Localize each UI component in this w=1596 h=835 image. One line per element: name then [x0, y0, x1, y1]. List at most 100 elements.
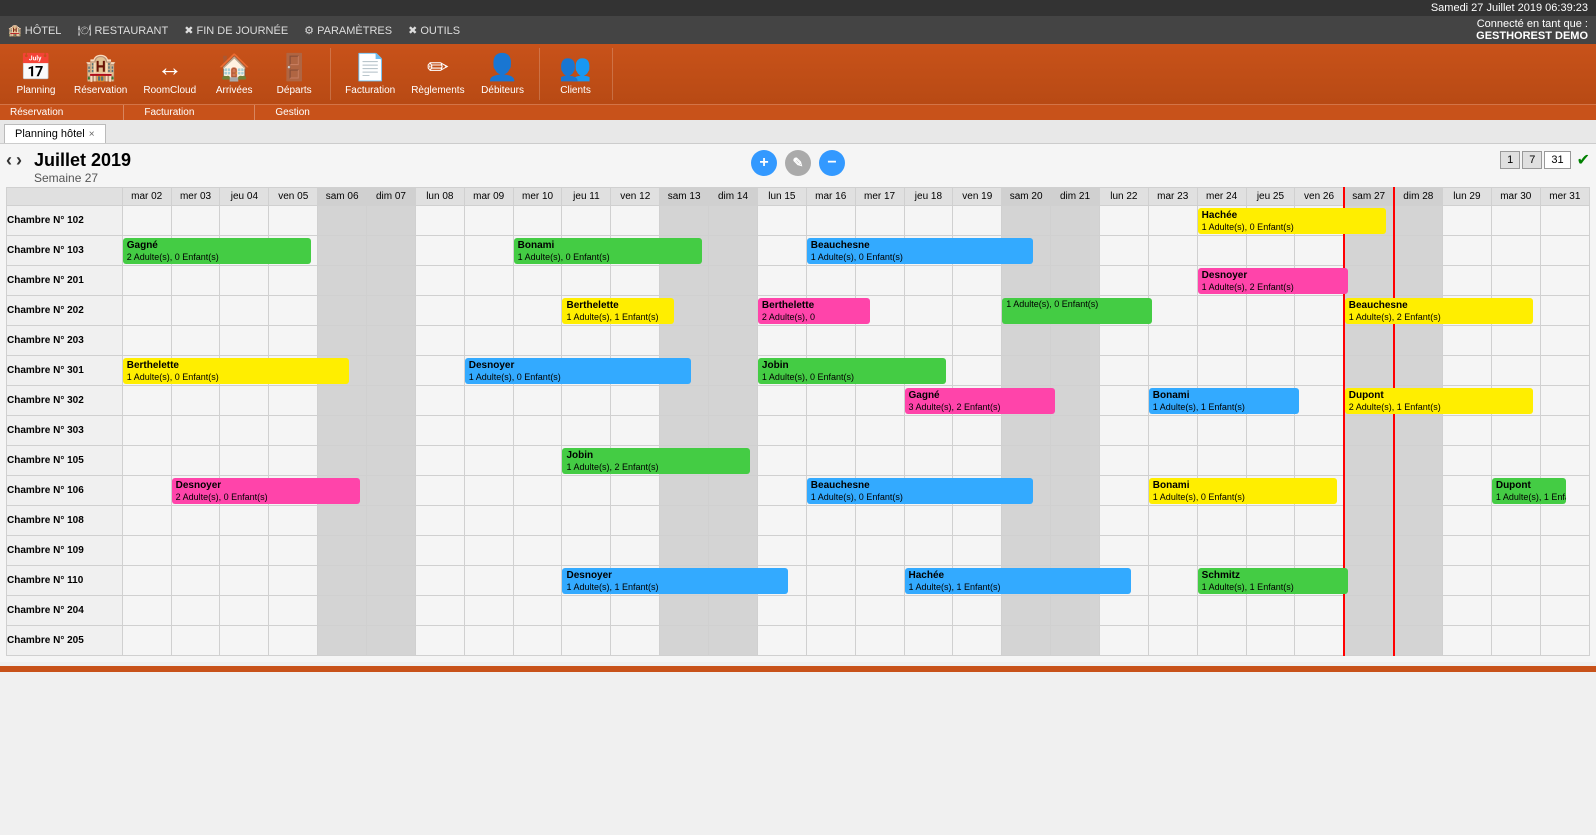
cell-r4-d16[interactable]	[904, 326, 953, 356]
cell-r2-d11[interactable]	[660, 266, 709, 296]
cell-r3-d12[interactable]	[709, 296, 758, 326]
cell-r5-d28[interactable]	[1491, 356, 1540, 386]
cell-r10-d29[interactable]	[1540, 506, 1589, 536]
cell-r7-d4[interactable]	[318, 416, 367, 446]
cell-r10-d21[interactable]	[1148, 506, 1197, 536]
cell-r1-d7[interactable]	[464, 236, 513, 266]
cell-r8-d21[interactable]	[1148, 446, 1197, 476]
cell-r1-d26[interactable]	[1394, 236, 1443, 266]
cell-r4-d2[interactable]	[220, 326, 269, 356]
cell-r10-d8[interactable]	[513, 506, 562, 536]
cell-r0-d0[interactable]	[122, 206, 171, 236]
cell-r12-d9[interactable]: Desnoyer1 Adulte(s), 1 Enfant(s)	[562, 566, 611, 596]
cell-r14-d15[interactable]	[855, 626, 904, 656]
cell-r14-d22[interactable]	[1197, 626, 1246, 656]
cell-r4-d9[interactable]	[562, 326, 611, 356]
cell-r5-d17[interactable]	[953, 356, 1002, 386]
cell-r9-d21[interactable]: Bonami1 Adulte(s), 0 Enfant(s)	[1148, 476, 1197, 506]
cell-r5-d7[interactable]: Desnoyer1 Adulte(s), 0 Enfant(s)	[464, 356, 513, 386]
cell-r7-d11[interactable]	[660, 416, 709, 446]
cell-r14-d18[interactable]	[1002, 626, 1051, 656]
cell-r4-d13[interactable]	[757, 326, 806, 356]
cell-r9-d27[interactable]	[1442, 476, 1491, 506]
cell-r1-d6[interactable]	[415, 236, 464, 266]
cell-r8-d6[interactable]	[415, 446, 464, 476]
cell-r2-d26[interactable]	[1394, 266, 1443, 296]
cell-r11-d12[interactable]	[709, 536, 758, 566]
cell-r0-d13[interactable]	[757, 206, 806, 236]
cell-r13-d16[interactable]	[904, 596, 953, 626]
cell-r4-d27[interactable]	[1442, 326, 1491, 356]
cell-r12-d7[interactable]	[464, 566, 513, 596]
cell-r8-d25[interactable]	[1344, 446, 1394, 476]
cell-r5-d0[interactable]: Berthelette1 Adulte(s), 0 Enfant(s)	[122, 356, 171, 386]
toolbar-btn-arrivees[interactable]: 🏠 Arrivées	[204, 48, 264, 100]
cell-r6-d29[interactable]	[1540, 386, 1589, 416]
cell-r4-d22[interactable]	[1197, 326, 1246, 356]
cell-r1-d5[interactable]	[367, 236, 416, 266]
cell-r4-d1[interactable]	[171, 326, 220, 356]
cell-r13-d9[interactable]	[562, 596, 611, 626]
cell-r10-d2[interactable]	[220, 506, 269, 536]
cell-r2-d12[interactable]	[709, 266, 758, 296]
cell-r2-d4[interactable]	[318, 266, 367, 296]
cell-r11-d13[interactable]	[757, 536, 806, 566]
cell-r2-d2[interactable]	[220, 266, 269, 296]
cell-r2-d3[interactable]	[269, 266, 318, 296]
menu-outils[interactable]: ✖ OUTILS	[408, 24, 460, 37]
cell-r8-d14[interactable]	[806, 446, 855, 476]
cell-r11-d24[interactable]	[1295, 536, 1344, 566]
cell-r10-d7[interactable]	[464, 506, 513, 536]
cell-r8-d4[interactable]	[318, 446, 367, 476]
cell-r3-d4[interactable]	[318, 296, 367, 326]
cell-r13-d15[interactable]	[855, 596, 904, 626]
next-btn[interactable]: ›	[16, 150, 22, 171]
cell-r12-d15[interactable]	[855, 566, 904, 596]
cell-r8-d26[interactable]	[1394, 446, 1443, 476]
view-7-btn[interactable]: 7	[1522, 151, 1542, 169]
cell-r1-d14[interactable]: Beauchesne1 Adulte(s), 0 Enfant(s)	[806, 236, 855, 266]
cell-r14-d5[interactable]	[367, 626, 416, 656]
cell-r4-d4[interactable]	[318, 326, 367, 356]
cell-r9-d25[interactable]	[1344, 476, 1394, 506]
reservation-block[interactable]: Gagné3 Adulte(s), 2 Enfant(s)	[905, 388, 1055, 414]
cell-r6-d25[interactable]: Dupont2 Adulte(s), 1 Enfant(s)	[1344, 386, 1394, 416]
cell-r10-d14[interactable]	[806, 506, 855, 536]
cell-r4-d14[interactable]	[806, 326, 855, 356]
cell-r7-d5[interactable]	[367, 416, 416, 446]
cell-r11-d6[interactable]	[415, 536, 464, 566]
cell-r9-d19[interactable]	[1051, 476, 1100, 506]
cell-r13-d5[interactable]	[367, 596, 416, 626]
cell-r14-d14[interactable]	[806, 626, 855, 656]
cell-r14-d25[interactable]	[1344, 626, 1394, 656]
cell-r6-d5[interactable]	[367, 386, 416, 416]
reservation-block[interactable]: Beauchesne1 Adulte(s), 0 Enfant(s)	[807, 478, 1033, 504]
reservation-block[interactable]: Desnoyer1 Adulte(s), 2 Enfant(s)	[1198, 268, 1348, 294]
cell-r6-d4[interactable]	[318, 386, 367, 416]
menu-parametres[interactable]: ⚙ PARAMÈTRES	[304, 24, 392, 37]
cell-r13-d28[interactable]	[1491, 596, 1540, 626]
cell-r5-d18[interactable]	[1002, 356, 1051, 386]
cell-r13-d12[interactable]	[709, 596, 758, 626]
cell-r1-d13[interactable]	[757, 236, 806, 266]
cell-r11-d22[interactable]	[1197, 536, 1246, 566]
cell-r5-d21[interactable]	[1148, 356, 1197, 386]
cell-r11-d27[interactable]	[1442, 536, 1491, 566]
cell-r4-d3[interactable]	[269, 326, 318, 356]
cell-r13-d22[interactable]	[1197, 596, 1246, 626]
edit-btn[interactable]: ✎	[785, 150, 811, 176]
cell-r2-d28[interactable]	[1491, 266, 1540, 296]
cell-r10-d5[interactable]	[367, 506, 416, 536]
reservation-block[interactable]: Berthelette2 Adulte(s), 0	[758, 298, 870, 324]
cell-r13-d17[interactable]	[953, 596, 1002, 626]
reservation-block[interactable]: Dupont2 Adulte(s), 1 Enfant(s)	[1345, 388, 1533, 414]
cell-r2-d8[interactable]	[513, 266, 562, 296]
cell-r0-d17[interactable]	[953, 206, 1002, 236]
cell-r2-d16[interactable]	[904, 266, 953, 296]
menu-fin-journee[interactable]: ✖ FIN DE JOURNÉE	[184, 24, 288, 37]
reservation-block[interactable]: Hachée1 Adulte(s), 0 Enfant(s)	[1198, 208, 1386, 234]
cell-r10-d17[interactable]	[953, 506, 1002, 536]
cell-r3-d21[interactable]	[1148, 296, 1197, 326]
reservation-block[interactable]: Desnoyer1 Adulte(s), 1 Enfant(s)	[562, 568, 788, 594]
toolbar-btn-debiteurs[interactable]: 👤 Débiteurs	[473, 48, 533, 100]
